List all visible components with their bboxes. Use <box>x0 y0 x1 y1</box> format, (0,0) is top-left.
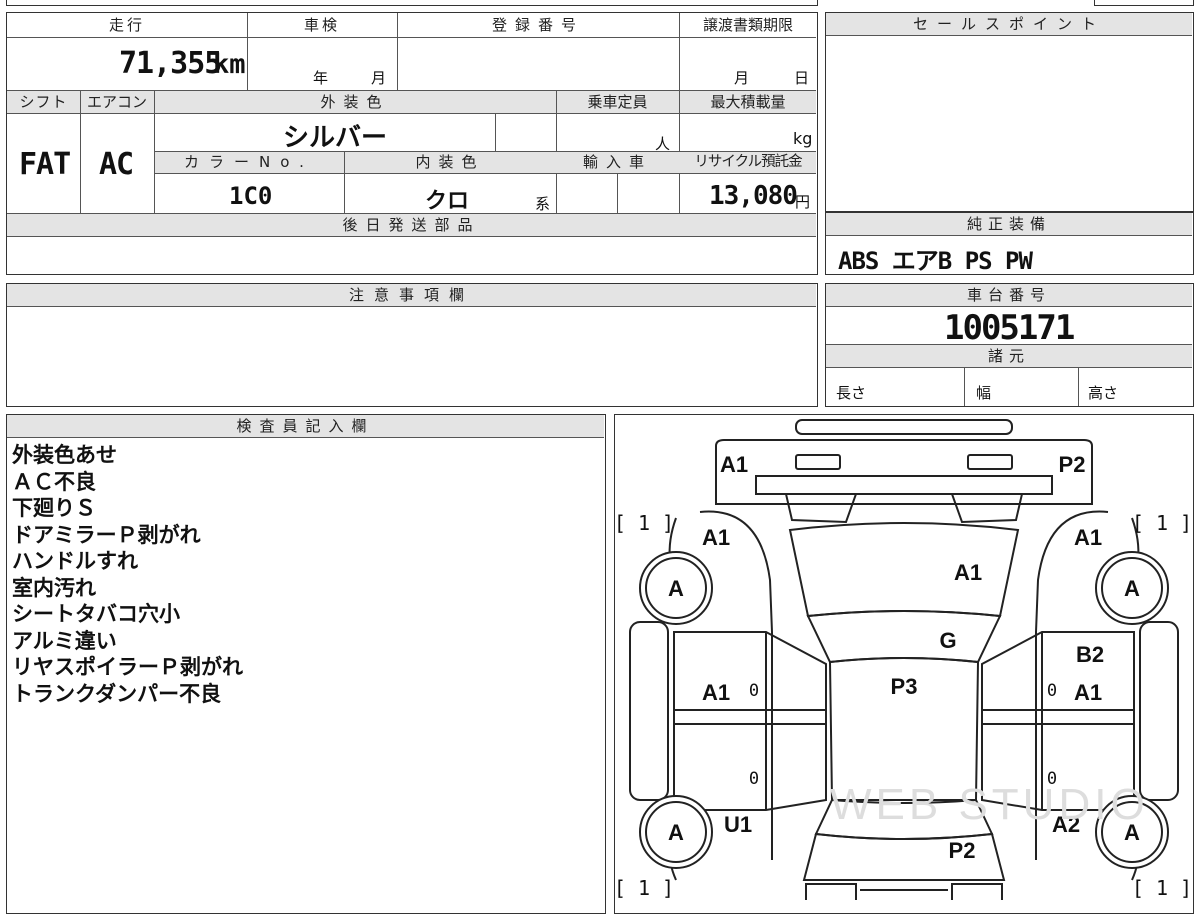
interior-color-suffix: 系 <box>535 195 551 213</box>
color-no-value: 1C0 <box>229 182 273 210</box>
max-load-label: 最大積載量 <box>710 93 786 111</box>
note-line: リヤスポイラーＰ剥がれ <box>12 655 243 679</box>
genuine-equipment-box: 純正装備 ABS エアB PS PW <box>825 212 1194 275</box>
mileage-label: 走行 <box>108 16 145 34</box>
transfer-deadline-label: 譲渡書類期限 <box>702 16 793 34</box>
chassis-label: 車台番号 <box>826 284 1192 307</box>
shift-label: シフト <box>19 93 68 111</box>
later-parts-label: 後日発送部品 <box>342 216 481 234</box>
aircon-label: エアコン <box>86 93 147 111</box>
chassis-box: 車台番号 1005171 諸元 長さ 幅 高さ <box>825 283 1194 407</box>
note-line: トランクダンパー不良 <box>12 681 222 706</box>
shaken-month-unit: 月 <box>371 69 387 87</box>
watermark: WEB STUDIO <box>830 780 1149 829</box>
top-strip <box>6 0 818 6</box>
sales-point-label: セールスポイント <box>826 13 1192 36</box>
exterior-color-label: 外装色 <box>320 93 390 111</box>
recycle-label: リサイクル預託金 <box>694 154 802 170</box>
caution-box: 注意事項欄 <box>6 283 818 407</box>
note-line: ドアミラーＰ剥がれ <box>12 522 201 547</box>
genuine-equipment-label: 純正装備 <box>826 213 1192 236</box>
spec-table: 走行 車検 登録番号 譲渡書類期限 71,355 km 年 月 月 日 シフト … <box>6 12 818 275</box>
inspector-notes: 外装色あせ ＡＣ不良 下廻りＳ ドアミラーＰ剥がれ ハンドルすれ 室内汚れ シー… <box>12 442 243 707</box>
interior-color-label: 内装色 <box>415 153 485 171</box>
aircon-value: AC <box>99 147 134 182</box>
recycle-unit: 円 <box>795 193 811 211</box>
inspector-label: 検査員記入欄 <box>7 415 604 438</box>
note-line: 室内汚れ <box>12 575 96 600</box>
note-line: アルミ違い <box>12 628 117 653</box>
note-line: シートタバコ穴小 <box>12 602 180 626</box>
note-line: 外装色あせ <box>12 443 117 467</box>
car-diagram-box <box>614 414 1194 914</box>
interior-color-value: クロ <box>425 189 470 214</box>
deadline-month-unit: 月 <box>734 69 750 87</box>
max-load-unit: kg <box>793 129 813 148</box>
exterior-color-value: シルバー <box>283 123 388 153</box>
shaken-year-unit: 年 <box>313 69 329 87</box>
spec-width-label: 幅 <box>976 384 992 402</box>
shaken-label: 車検 <box>303 16 340 34</box>
genuine-equipment-value: ABS エアB PS PW <box>838 247 1033 275</box>
registration-label: 登録番号 <box>491 16 584 34</box>
mileage-unit: km <box>213 49 246 80</box>
spec-length-label: 長さ <box>836 384 867 402</box>
sales-point-box: セールスポイント <box>825 12 1194 212</box>
specs-label: 諸元 <box>826 345 1192 368</box>
chassis-value: 1005171 <box>944 308 1075 348</box>
shift-value: FAT <box>19 147 71 182</box>
note-line: ＡＣ不良 <box>12 469 96 494</box>
color-no-label: カラーNo. <box>184 153 314 171</box>
spec-height-label: 高さ <box>1088 384 1119 402</box>
caution-label: 注意事項欄 <box>7 284 816 307</box>
recycle-value: 13,080 <box>709 181 798 211</box>
note-line: 下廻りＳ <box>12 496 96 520</box>
deadline-day-unit: 日 <box>794 69 810 87</box>
mileage-value: 71,355 <box>119 46 222 81</box>
note-line: ハンドルすれ <box>12 549 138 573</box>
top-strip-right <box>1094 0 1194 6</box>
import-label: 輸入車 <box>582 153 652 171</box>
capacity-label: 乗車定員 <box>587 93 648 111</box>
